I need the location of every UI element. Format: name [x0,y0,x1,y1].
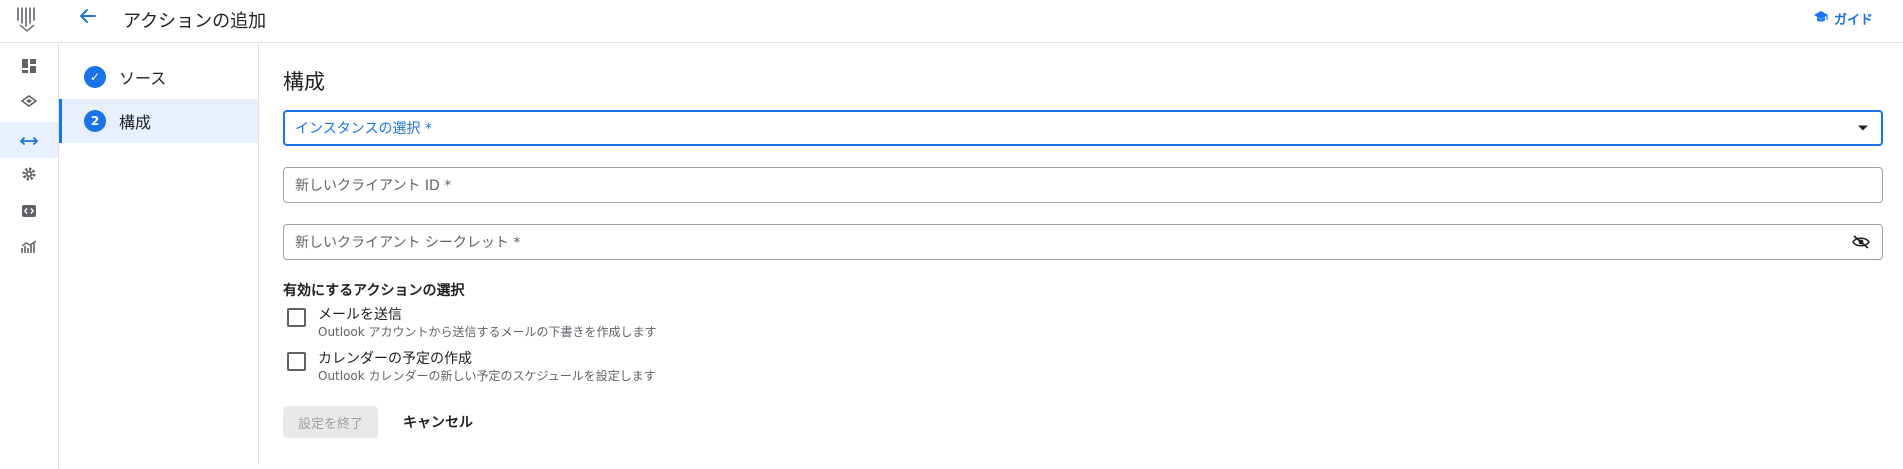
actions-heading: 有効にするアクションの選択 [283,283,465,299]
guide-label: ガイド [1833,13,1873,28]
dashboard-icon [21,58,37,78]
client-id-label: 新しいクライアント ID * [295,178,452,194]
client-secret-field[interactable]: 新しいクライアント シークレット * [283,224,1883,260]
graduation-cap-icon [1813,10,1829,28]
client-id-field[interactable]: 新しいクライアント ID * [283,167,1883,203]
app-logo-icon[interactable] [14,5,40,33]
layers-icon [20,94,38,114]
rail-item-layers[interactable] [0,86,58,122]
rail-item-code[interactable] [0,194,58,230]
step-configuration[interactable]: 2 構成 [59,99,258,143]
action-description: Outlook アカウントから送信するメールの下書きを作成します [318,325,657,339]
rail-item-analytics[interactable] [0,230,58,266]
visibility-off-icon[interactable] [1852,235,1870,249]
step-number: 2 [84,110,106,132]
back-button[interactable] [76,6,100,30]
step-nav: ✓ ソース 2 構成 [59,44,259,464]
icon-rail [0,44,59,469]
client-secret-label: 新しいクライアント シークレット * [295,235,521,251]
cancel-button[interactable]: キャンセル [395,406,481,438]
rail-item-settings[interactable] [0,158,58,194]
dropdown-arrow-icon[interactable] [1857,124,1869,132]
action-create-event: カレンダーの予定の作成 Outlook カレンダーの新しい予定のスケジュールを設… [287,350,656,385]
top-bar: アクションの追加 ガイド [0,0,1903,43]
step-label: ソース [119,69,167,88]
check-icon: ✓ [84,66,106,88]
step-label: 構成 [119,113,152,132]
section-title: 構成 [283,70,325,94]
code-icon [21,203,37,222]
step-source[interactable]: ✓ ソース [59,55,258,99]
create-event-checkbox[interactable] [287,352,306,371]
guide-button[interactable]: ガイド [1813,9,1873,28]
action-description: Outlook カレンダーの新しい予定のスケジュールを設定します [318,369,656,383]
action-label: カレンダーの予定の作成 [318,351,472,367]
page-title: アクションの追加 [123,11,267,32]
rail-item-dashboard[interactable] [0,50,58,86]
instance-select-label: インスタンスの選択 * [295,121,432,137]
rail-item-connections[interactable] [0,122,58,158]
instance-select[interactable]: インスタンスの選択 * [283,110,1883,146]
arrow-back-icon [78,6,98,30]
analytics-icon [21,239,37,258]
connections-icon [20,131,38,150]
action-send-email: メールを送信 Outlook アカウントから送信するメールの下書きを作成します [287,306,657,341]
send-email-checkbox[interactable] [287,308,306,327]
action-label: メールを送信 [318,307,402,323]
gear-icon [21,166,37,186]
finish-setup-button[interactable]: 設定を終了 [283,406,378,438]
